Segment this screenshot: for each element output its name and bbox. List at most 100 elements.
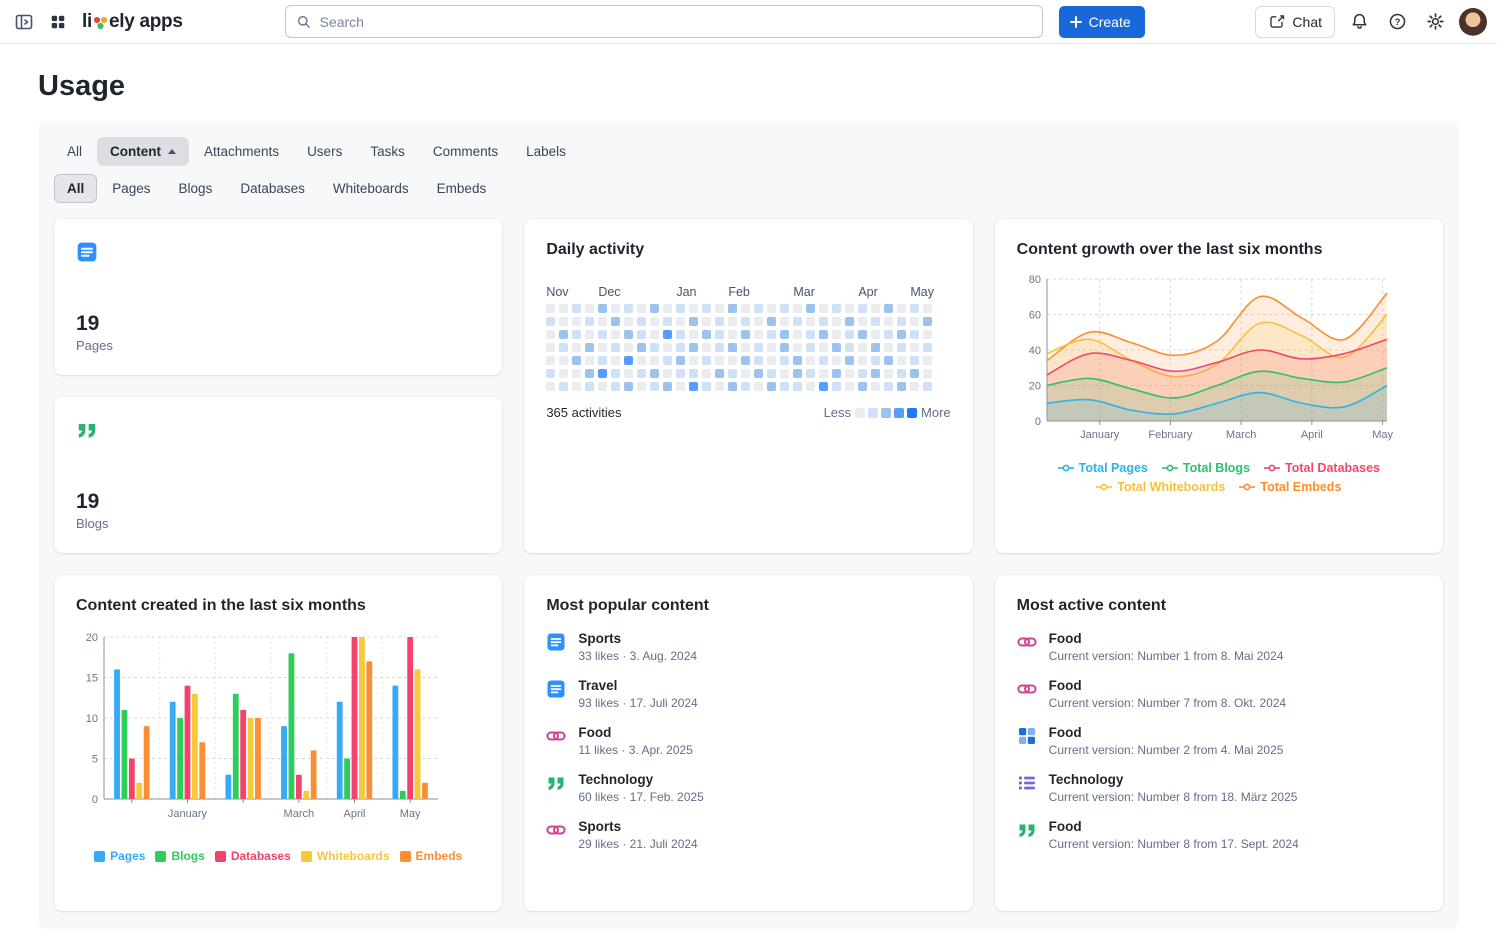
heatmap-cell [572, 330, 581, 339]
legend-item-total-blogs[interactable]: Total Blogs [1162, 461, 1250, 475]
list-item[interactable]: Technology60 likes · 17. Feb. 2025 [546, 772, 950, 804]
list-item[interactable]: FoodCurrent version: Number 8 from 17. S… [1017, 819, 1421, 851]
legend-item-whiteboards[interactable]: Whiteboards [301, 849, 390, 863]
heatmap-cell [767, 369, 776, 378]
chat-button[interactable]: Chat [1255, 6, 1335, 38]
tab-attachments[interactable]: Attachments [191, 137, 292, 166]
heatmap-cell [923, 317, 932, 326]
heatmap-cell [741, 304, 750, 313]
heatmap-cell [611, 356, 620, 365]
heatmap-cell [871, 343, 880, 352]
grid-icon [1017, 726, 1037, 746]
heatmap-cell [845, 343, 854, 352]
list-item[interactable]: FoodCurrent version: Number 7 from 8. Ok… [1017, 678, 1421, 710]
line-marker-icon [1162, 463, 1178, 473]
heatmap-cell [754, 330, 763, 339]
blog-icon [1017, 820, 1037, 840]
heatmap-cell [806, 382, 815, 391]
tab-databases[interactable]: Databases [227, 174, 318, 203]
heatmap-cell [559, 369, 568, 378]
list-item[interactable]: TechnologyCurrent version: Number 8 from… [1017, 772, 1421, 804]
tab-tasks[interactable]: Tasks [357, 137, 418, 166]
list-item[interactable]: FoodCurrent version: Number 1 from 8. Ma… [1017, 631, 1421, 663]
month-label: Jan [676, 285, 696, 299]
stat-column: 19 Pages 19 Blogs [54, 219, 502, 553]
legend-swatch-icon [400, 851, 411, 862]
legend-item-total-pages[interactable]: Total Pages [1058, 461, 1148, 475]
svg-text:March: March [284, 808, 315, 820]
heatmap-cell [611, 317, 620, 326]
svg-text:February: February [1148, 429, 1193, 441]
list-item-title: Food [1049, 819, 1299, 834]
legend-item-pages[interactable]: Pages [94, 849, 145, 863]
heatmap-cell [663, 382, 672, 391]
list-item[interactable]: Sports33 likes · 3. Aug. 2024 [546, 631, 950, 663]
heatmap-cell [910, 343, 919, 352]
heatmap-cell [689, 330, 698, 339]
settings-button[interactable] [1421, 8, 1449, 36]
list-item[interactable]: Food11 likes · 3. Apr. 2025 [546, 725, 950, 757]
heatmap-legend-cell [868, 408, 878, 418]
content-growth-card: Content growth over the last six months … [995, 219, 1443, 553]
help-button[interactable]: ? [1383, 8, 1411, 36]
notifications-button[interactable] [1345, 8, 1373, 36]
heatmap-cell [689, 317, 698, 326]
svg-text:15: 15 [86, 673, 98, 685]
bell-icon [1350, 12, 1369, 31]
heatmap-cell [767, 343, 776, 352]
list-item[interactable]: Sports29 likes · 21. Juli 2024 [546, 819, 950, 851]
legend-item-total-embeds[interactable]: Total Embeds [1239, 480, 1341, 494]
tab-content[interactable]: Content [97, 137, 189, 166]
legend-item-blogs[interactable]: Blogs [155, 849, 204, 863]
app-logo[interactable]: li ely apps [82, 11, 183, 33]
tab-comments[interactable]: Comments [420, 137, 511, 166]
rows-icon [1017, 773, 1037, 793]
tab-embeds[interactable]: Embeds [424, 174, 500, 203]
link-icon [1017, 679, 1037, 699]
user-avatar[interactable] [1459, 8, 1487, 36]
legend-swatch-icon [94, 851, 105, 862]
heatmap-cell [871, 382, 880, 391]
heatmap-cell [910, 317, 919, 326]
list-item[interactable]: FoodCurrent version: Number 2 from 4. Ma… [1017, 725, 1421, 757]
heatmap-cell [637, 369, 646, 378]
heatmap-cell [897, 356, 906, 365]
legend-item-embeds[interactable]: Embeds [400, 849, 463, 863]
cards-grid: 19 Pages 19 Blogs Daily activity NovDecJ… [54, 219, 1443, 911]
tab-blogs[interactable]: Blogs [166, 174, 226, 203]
app-switcher-button[interactable] [44, 8, 72, 36]
most-popular-title: Most popular content [546, 597, 950, 615]
heatmap-cell [624, 369, 633, 378]
sidebar-toggle-button[interactable] [10, 8, 38, 36]
heatmap-cell [806, 343, 815, 352]
legend-item-databases[interactable]: Databases [215, 849, 291, 863]
heatmap-cell [559, 330, 568, 339]
list-item-title: Food [578, 725, 693, 740]
tab-pages[interactable]: Pages [99, 174, 163, 203]
search-input[interactable] [320, 14, 1032, 30]
tab-all[interactable]: All [54, 174, 97, 203]
tab-whiteboards[interactable]: Whiteboards [320, 174, 422, 203]
month-label: May [910, 285, 934, 299]
month-label: Dec [598, 285, 620, 299]
list-item-meta: Current version: Number 7 from 8. Okt. 2… [1049, 696, 1286, 710]
heatmap-cell [702, 330, 711, 339]
heatmap-cell [650, 330, 659, 339]
content-growth-chart: 020406080JanuaryFebruaryMarchAprilMay [1017, 269, 1397, 451]
svg-text:March: March [1226, 429, 1257, 441]
list-item[interactable]: Travel93 likes · 17. Juli 2024 [546, 678, 950, 710]
heatmap-cell [780, 369, 789, 378]
create-button[interactable]: Create [1059, 6, 1145, 38]
tab-users[interactable]: Users [294, 137, 355, 166]
heatmap-cell [637, 304, 646, 313]
heatmap-legend-cell [894, 408, 904, 418]
tab-all[interactable]: All [54, 137, 95, 166]
chat-icon [1268, 13, 1285, 30]
heatmap-cell [806, 356, 815, 365]
heatmap-cell [793, 330, 802, 339]
legend-item-total-databases[interactable]: Total Databases [1264, 461, 1380, 475]
tab-labels[interactable]: Labels [513, 137, 579, 166]
heatmap-cell [702, 304, 711, 313]
legend-item-total-whiteboards[interactable]: Total Whiteboards [1096, 480, 1225, 494]
daily-activity-heatmap: NovDecJanFebMarAprMay 365 activities Les… [546, 285, 950, 420]
